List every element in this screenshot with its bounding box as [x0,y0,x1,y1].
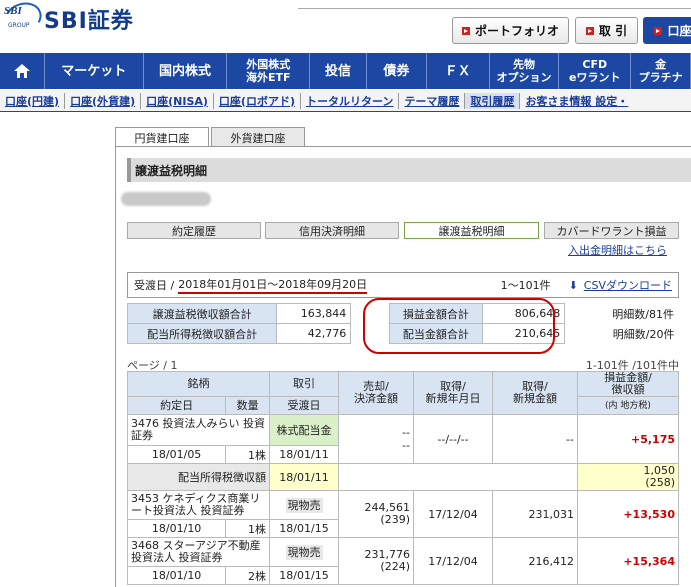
sbi-logo[interactable]: SBI GROUP SBI証券 [0,0,154,39]
page-title: 譲渡益税明細 [127,158,691,182]
summary-value: 163,844 [276,303,352,324]
nav-foreign-stock[interactable]: 外国株式 海外ETF [227,53,311,89]
security-name[interactable]: 3453 ケネディクス商業リート投資法人 投資証券 [127,490,270,520]
summary-label: 譲渡益税徴収額合計 [126,303,278,324]
col-header: 数量 [225,396,270,415]
col-header: 受渡日 [269,396,339,415]
nav-cfd[interactable]: CFD eワラント [559,53,632,89]
sell-amount: 244,561 (239) [338,490,414,538]
col-header: 損益金額/ 徴収額 [577,371,679,397]
acquire-date: 17/12/04 [413,537,493,585]
subnav-account-robo[interactable]: 口座(ロボアド) [214,92,301,109]
col-header: 取得/ 新規年月日 [413,371,493,415]
pl-amount: +13,530 [577,490,679,538]
table-row: 3468 スターアジア不動産投資法人 投資証券 現物売 231,776 (224… [127,537,679,585]
result-count: 1〜101件 [500,279,551,292]
csv-download-link[interactable]: CSVダウンロード [584,277,672,293]
filter-bar: 受渡日 / 2018年01月01日〜2018年09月20日 1〜101件 ⬇ C… [127,272,679,298]
security-name[interactable]: 3468 スターアジア不動産投資法人 投資証券 [127,537,270,567]
masked-account-name [121,192,211,206]
col-header: 売却/ 決済金額 [338,371,414,415]
tab-yen-account[interactable]: 円貨建口座 [115,127,209,147]
subnav-theme-history[interactable]: テーマ履歴 [399,92,466,109]
col-header: 約定日 [126,396,227,415]
subnav-total-return[interactable]: トータルリターン [301,92,400,109]
tab-foreign-account[interactable]: 外貨建口座 [211,127,305,147]
quantity: 1株 [225,445,270,464]
summary-value: 42,776 [276,323,352,344]
nav-fx[interactable]: ＦＸ [427,53,490,89]
subnav-account-nisa[interactable]: 口座(NISA) [141,92,214,109]
subnav-customer-info[interactable]: お客さま情報 設定・ [520,93,633,109]
tax-label: 配当所得税徴収額 [127,463,270,491]
trade-type: 株式配当金 [269,414,339,446]
col-header: 取引 [269,371,339,397]
acquire-date: --/--/-- [413,414,493,464]
trade-date: 18/01/10 [126,566,227,585]
acquire-amount: -- [492,414,578,464]
filter-label: 受渡日 / [134,279,175,292]
table-row: 3453 ケネディクス商業リート投資法人 投資証券 現物売 244,561 (2… [127,490,679,538]
home-icon[interactable] [0,53,45,89]
table-row: 配当所得税徴収額 18/01/11 1,050 (258) [127,463,679,491]
pl-amount: +5,175 [577,414,679,464]
main-nav: マーケット 国内株式 外国株式 海外ETF 投信 債券 ＦＸ 先物 オプション … [0,53,691,89]
delivery-date: 18/01/11 [269,445,339,464]
highlight-circle [363,298,555,354]
subnav-account-foreign[interactable]: 口座(外貨建) [65,92,142,109]
subtab-margin-settlement[interactable]: 信用決済明細 [265,222,399,239]
top-search-bar[interactable] [298,0,691,9]
arrow-icon [461,26,470,35]
deposit-history-link[interactable]: 入出金明細はこちら [568,242,667,258]
sell-amount: -- -- [338,414,414,464]
quantity: 1株 [225,519,270,538]
trade-type: 現物売 [285,498,323,513]
sub-nav: 口座(円建) 口座(外貨建) 口座(NISA) 口座(ロボアド) トータルリター… [0,90,691,112]
summary-label: 配当所得税徴収額合計 [126,323,278,344]
nav-fund[interactable]: 投信 [310,53,367,89]
subtab-capital-gains-tax[interactable]: 譲渡益税明細 [404,222,539,239]
nav-futures[interactable]: 先物 オプション [490,53,560,89]
sell-amount: 231,776 (224) [338,537,414,585]
delivery-date: 18/01/15 [269,566,339,585]
trade-date: 18/01/10 [126,519,227,538]
trade-button[interactable]: 取 引 [575,17,638,44]
subnav-account-yen[interactable]: 口座(円建) [0,92,66,109]
summary-detail-count: 明細数/20件 [612,327,675,341]
security-name[interactable]: 3476 投資法人みらい 投資証券 [127,414,270,446]
acquire-date: 17/12/04 [413,490,493,538]
delivery-date: 18/01/15 [269,519,339,538]
table-row: 3476 投資法人みらい 投資証券 株式配当金 -- -- --/--/-- -… [127,414,679,464]
tax-date: 18/01/11 [269,463,339,491]
pl-amount: +15,364 [577,537,679,585]
portfolio-button[interactable]: ポートフォリオ [452,17,569,44]
subtab-covered-warrant[interactable]: カバードワラント損益 [544,222,679,239]
nav-bond[interactable]: 債券 [367,53,427,89]
nav-gold[interactable]: 金 プラチナ [631,53,691,89]
col-header: 取得/ 新規金額 [492,371,578,415]
tax-amount: 1,050 (258) [577,463,679,491]
account-button[interactable]: 口座 [643,17,691,44]
nav-market[interactable]: マーケット [45,53,144,89]
subnav-trade-history[interactable]: 取引履歴 [465,92,521,109]
download-icon[interactable]: ⬇ [569,279,578,292]
acquire-amount: 216,412 [492,537,578,585]
paging-info: ページ / 1 1-101件 /101件中 [127,357,679,372]
subtab-trade-history[interactable]: 約定履歴 [127,222,261,239]
arrow-icon [654,26,663,35]
arrow-icon [585,26,594,35]
acquire-amount: 231,031 [492,490,578,538]
col-header: 銘柄 [127,371,270,397]
summary-detail-count: 明細数/81件 [612,307,674,321]
col-header: (内 地方税) [577,396,679,415]
gains-table: 銘柄 取引 売却/ 決済金額 取得/ 新規年月日 取得/ 新規金額 損益金額/ … [126,371,679,585]
trade-date: 18/01/05 [126,445,227,464]
date-range: 2018年01月01日〜2018年09月20日 [178,276,368,294]
quantity: 2株 [225,566,270,585]
nav-domestic-stock[interactable]: 国内株式 [144,53,228,89]
trade-type: 現物売 [285,545,323,560]
